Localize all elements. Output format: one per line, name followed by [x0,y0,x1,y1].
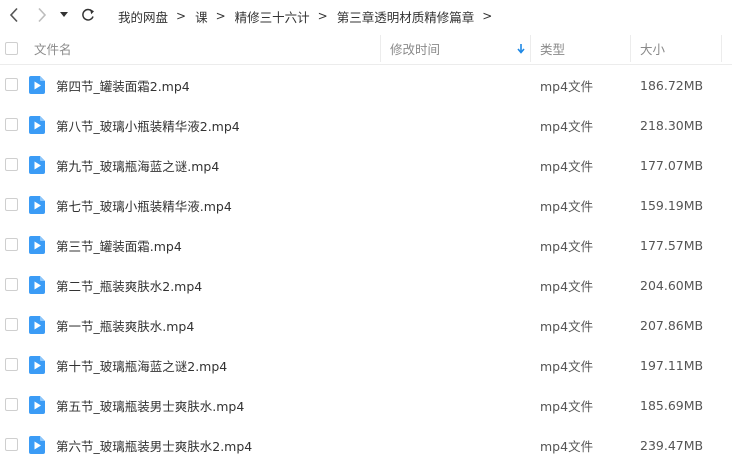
file-name[interactable]: 第四节_罐装面霜2.mp4 [56,65,190,105]
video-file-icon [29,316,45,334]
video-file-icon [29,276,45,294]
file-name[interactable]: 第八节_玻璃小瓶装精华液2.mp4 [56,105,240,145]
file-row-checkbox[interactable] [5,78,18,91]
column-header-name-label: 文件名 [34,42,72,57]
breadcrumb-separator: > [176,9,187,23]
select-all-checkbox[interactable] [5,42,18,55]
file-row-checkbox[interactable] [5,158,18,171]
video-file-icon [29,236,45,254]
file-name[interactable]: 第九节_玻璃瓶海蓝之谜.mp4 [56,145,219,185]
file-size: 177.07MB [640,157,704,173]
file-list: 第四节_罐装面霜2.mp4 mp4文件 186.72MB 第八节_玻璃小瓶装精华… [0,65,732,465]
file-size: 239.47MB [640,437,704,453]
file-size: 159.19MB [640,197,704,213]
file-type: mp4文件 [540,278,594,294]
column-header-size[interactable]: 大小 [640,33,665,64]
file-size: 186.72MB [640,77,704,93]
breadcrumb-separator: > [317,9,328,23]
breadcrumb: 我的网盘 > 课 > 精修三十六计 > 第三章透明材质精修篇章 > [118,0,501,32]
column-header-size-label: 大小 [640,42,666,57]
file-name[interactable]: 第十节_玻璃瓶海蓝之谜2.mp4 [56,345,227,385]
file-size: 177.57MB [640,237,704,253]
column-divider[interactable] [630,35,631,62]
file-name[interactable]: 第七节_玻璃小瓶装精华液.mp4 [56,185,232,225]
column-header-modified-label: 修改时间 [390,42,441,57]
chevron-left-icon [9,7,18,23]
file-row[interactable]: 第七节_玻璃小瓶装精华液.mp4 mp4文件 159.19MB [0,185,732,225]
file-type: mp4文件 [540,318,594,334]
breadcrumb-item-ke[interactable]: 课 [195,7,208,26]
file-type: mp4文件 [540,438,594,454]
history-dropdown-button[interactable] [56,4,72,26]
video-file-icon [29,196,45,214]
video-file-icon [29,436,45,454]
file-row-checkbox[interactable] [5,118,18,131]
column-header-modified[interactable]: 修改时间 [390,33,530,64]
column-divider[interactable] [530,35,531,62]
breadcrumb-separator: > [215,9,226,23]
breadcrumb-item-home[interactable]: 我的网盘 [118,7,168,26]
file-list-header: 文件名 修改时间 类型 大小 [0,33,732,65]
file-row-checkbox[interactable] [5,358,18,371]
file-size: 218.30MB [640,117,704,133]
video-file-icon [29,76,45,94]
column-header-type-label: 类型 [540,42,566,57]
column-divider[interactable] [721,35,722,62]
file-row-checkbox[interactable] [5,398,18,411]
file-size: 197.11MB [640,357,704,373]
file-size: 204.60MB [640,277,704,293]
file-row-checkbox[interactable] [5,278,18,291]
column-header-type[interactable]: 类型 [540,33,565,64]
breadcrumb-separator: > [482,9,493,23]
file-type: mp4文件 [540,118,594,134]
column-divider[interactable] [380,35,381,62]
video-file-icon [29,156,45,174]
file-row-checkbox[interactable] [5,198,18,211]
caret-down-icon [60,12,68,17]
video-file-icon [29,396,45,414]
file-name[interactable]: 第六节_玻璃瓶装男士爽肤水2.mp4 [56,425,252,465]
file-row[interactable]: 第九节_玻璃瓶海蓝之谜.mp4 mp4文件 177.07MB [0,145,732,185]
file-type: mp4文件 [540,198,594,214]
file-row[interactable]: 第二节_瓶装爽肤水2.mp4 mp4文件 204.60MB [0,265,732,305]
file-size: 185.69MB [640,397,704,413]
file-row[interactable]: 第一节_瓶装爽肤水.mp4 mp4文件 207.86MB [0,305,732,345]
file-size: 207.86MB [640,317,704,333]
file-row-checkbox[interactable] [5,318,18,331]
file-name[interactable]: 第二节_瓶装爽肤水2.mp4 [56,265,202,305]
arrow-down-icon [517,44,525,54]
file-name[interactable]: 第三节_罐装面霜.mp4 [56,225,182,265]
file-row[interactable]: 第八节_玻璃小瓶装精华液2.mp4 mp4文件 218.30MB [0,105,732,145]
file-type: mp4文件 [540,78,594,94]
video-file-icon [29,116,45,134]
breadcrumb-item-course[interactable]: 精修三十六计 [235,7,310,26]
file-row-checkbox[interactable] [5,238,18,251]
file-type: mp4文件 [540,358,594,374]
file-row[interactable]: 第三节_罐装面霜.mp4 mp4文件 177.57MB [0,225,732,265]
file-row-checkbox[interactable] [5,438,18,451]
forward-button[interactable] [32,4,52,26]
file-type: mp4文件 [540,238,594,254]
file-name[interactable]: 第一节_瓶装爽肤水.mp4 [56,305,194,345]
chevron-right-icon [38,7,47,23]
file-type: mp4文件 [540,398,594,414]
breadcrumb-item-current-folder[interactable]: 第三章透明材质精修篇章 [337,7,475,26]
file-row[interactable]: 第四节_罐装面霜2.mp4 mp4文件 186.72MB [0,65,732,105]
file-row[interactable]: 第五节_玻璃瓶装男士爽肤水.mp4 mp4文件 185.69MB [0,385,732,425]
column-header-name[interactable]: 文件名 [34,33,72,64]
top-navigation-bar: 我的网盘 > 课 > 精修三十六计 > 第三章透明材质精修篇章 > [0,0,732,32]
file-row[interactable]: 第十节_玻璃瓶海蓝之谜2.mp4 mp4文件 197.11MB [0,345,732,385]
refresh-button[interactable] [78,4,98,26]
video-file-icon [29,356,45,374]
file-type: mp4文件 [540,158,594,174]
back-button[interactable] [4,4,24,26]
file-name[interactable]: 第五节_玻璃瓶装男士爽肤水.mp4 [56,385,244,425]
refresh-icon [82,8,94,21]
file-row[interactable]: 第六节_玻璃瓶装男士爽肤水2.mp4 mp4文件 239.47MB [0,425,732,465]
